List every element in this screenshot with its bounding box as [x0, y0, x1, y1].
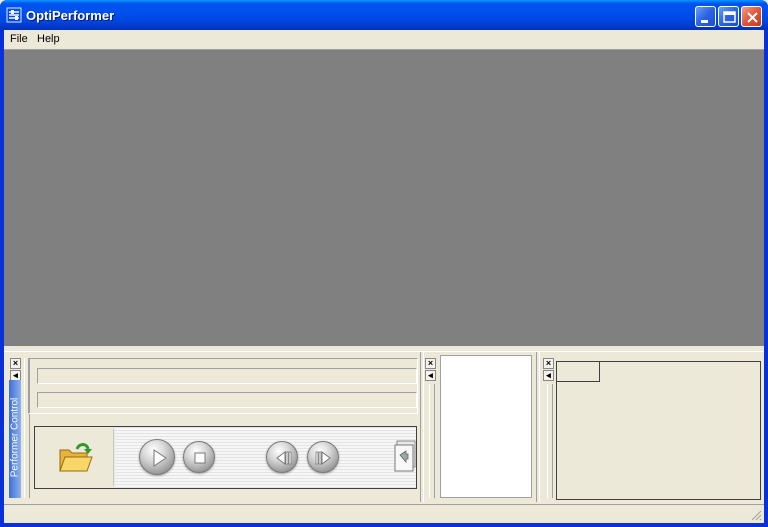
resize-grip-icon[interactable] [750, 509, 762, 521]
window-title: OptiPerformer [26, 8, 115, 23]
close-button[interactable] [741, 6, 762, 27]
step-back-icon [276, 451, 292, 465]
playback-toolbar [34, 426, 417, 489]
open-button[interactable] [37, 429, 114, 486]
copy-frame-icon [394, 440, 416, 472]
status-bar [4, 504, 764, 523]
maximize-button[interactable] [718, 6, 739, 27]
dock-panel-area: × ◂ Performer Control × ◂ × ◂ [4, 352, 764, 502]
progress-slider-2[interactable] [37, 392, 417, 408]
step-back-button[interactable] [266, 441, 298, 473]
properties-collapse-button[interactable]: ◂ [543, 370, 554, 381]
app-window: OptiPerformer File Help × ◂ Performer Co… [0, 0, 768, 527]
play-button[interactable] [139, 439, 175, 475]
properties-close-button[interactable]: × [543, 358, 554, 369]
client-area: File Help × ◂ Performer Control × ◂ × ◂ [4, 30, 764, 523]
app-icon [6, 7, 22, 23]
properties-tab[interactable] [557, 362, 600, 382]
stop-button[interactable] [183, 441, 215, 473]
progress-group [28, 358, 418, 414]
list-panel-close-button[interactable]: × [425, 358, 436, 369]
performer-control-text: Performer Control [9, 397, 21, 478]
item-list[interactable] [440, 355, 532, 498]
toolbar-strip [115, 427, 416, 488]
performer-control-panel: × ◂ Performer Control [4, 352, 420, 502]
panel-separator-1[interactable] [420, 352, 424, 502]
step-forward-button[interactable] [307, 441, 339, 473]
properties-view[interactable] [556, 361, 761, 500]
minimize-button[interactable] [695, 6, 716, 27]
play-icon [153, 449, 167, 467]
panel-separator-2[interactable] [536, 352, 540, 502]
menu-bar: File Help [4, 30, 764, 49]
list-panel-grip[interactable] [429, 384, 435, 498]
list-panel-collapse-button[interactable]: ◂ [425, 370, 436, 381]
step-forward-icon [315, 451, 331, 465]
panel-close-button[interactable]: × [10, 358, 21, 369]
copy-frame-button[interactable] [394, 439, 416, 473]
progress-slider-1[interactable] [37, 368, 417, 384]
title-bar[interactable]: OptiPerformer [0, 0, 768, 30]
open-folder-icon [57, 441, 93, 478]
menu-help[interactable]: Help [37, 33, 60, 45]
properties-panel-grip[interactable] [547, 384, 553, 498]
performer-control-label: Performer Control [9, 380, 21, 498]
render-viewport[interactable] [4, 49, 764, 346]
stop-icon [194, 452, 206, 464]
menu-file[interactable]: File [10, 33, 28, 45]
